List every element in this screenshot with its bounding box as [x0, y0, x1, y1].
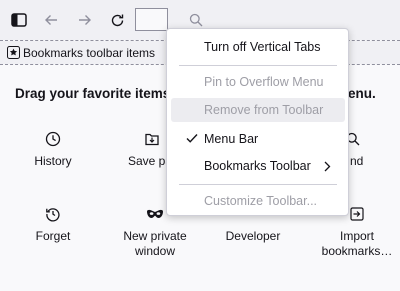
palette-item-label: History	[34, 154, 72, 168]
clock-icon	[45, 131, 61, 147]
forward-button[interactable]	[74, 9, 96, 31]
menu-item-label: Pin to Overflow Menu	[204, 75, 324, 89]
bookmarks-toolbar-items[interactable]: Bookmarks toolbar items	[7, 45, 155, 60]
menu-item-label: Remove from Toolbar	[204, 103, 324, 117]
palette-item-label: Import bookmarks…	[321, 229, 393, 258]
palette-title-tail: enu.	[348, 86, 376, 101]
forward-arrow-icon	[79, 15, 91, 25]
save-page-icon	[145, 133, 159, 146]
reload-icon	[111, 14, 123, 26]
menu-item-customize-toolbar[interactable]: Customize Toolbar...	[171, 189, 345, 213]
star-icon	[7, 46, 20, 59]
palette-item-label: New private window	[123, 229, 187, 258]
toolbar-drop-placeholder[interactable]	[135, 8, 168, 31]
private-mask-icon	[147, 209, 163, 218]
sidebar-icon	[11, 13, 27, 27]
forget-icon	[46, 208, 60, 222]
bookmarks-toolbar-items-label: Bookmarks toolbar items	[23, 45, 156, 60]
palette-item-history[interactable]: History	[8, 130, 98, 169]
menu-separator	[179, 184, 337, 185]
menu-item-remove-from-toolbar[interactable]: Remove from Toolbar	[171, 98, 345, 122]
palette-item-forget[interactable]: Forget	[8, 205, 98, 244]
menu-item-label: Bookmarks Toolbar	[204, 159, 311, 173]
menu-item-label: Menu Bar	[204, 132, 259, 146]
menu-item-pin-to-overflow[interactable]: Pin to Overflow Menu	[171, 70, 345, 94]
back-button[interactable]	[40, 9, 62, 31]
search-icon	[189, 13, 203, 27]
back-arrow-icon	[45, 15, 57, 25]
menu-item-menu-bar[interactable]: Menu Bar	[171, 127, 345, 151]
palette-item-find[interactable]: nd	[346, 130, 390, 169]
menu-item-bookmarks-toolbar[interactable]: Bookmarks Toolbar	[171, 154, 345, 178]
palette-item-label: Developer	[225, 229, 281, 243]
menu-item-label: Turn off Vertical Tabs	[204, 40, 321, 54]
import-icon	[350, 207, 364, 221]
menu-separator	[179, 65, 337, 66]
palette-title: Drag your favorite items	[15, 86, 171, 101]
palette-item-label: nd	[350, 154, 364, 168]
menu-item-turn-off-vertical-tabs[interactable]: Turn off Vertical Tabs	[171, 35, 345, 59]
menu-item-label: Customize Toolbar...	[204, 194, 318, 208]
toolbar-context-menu: Turn off Vertical Tabs Pin to Overflow M…	[166, 28, 349, 216]
reload-button[interactable]	[106, 9, 128, 31]
checkmark-icon	[186, 134, 198, 143]
chevron-right-icon	[324, 161, 331, 172]
sidebar-toggle-button[interactable]	[8, 9, 30, 31]
palette-item-label: Forget	[35, 229, 71, 243]
